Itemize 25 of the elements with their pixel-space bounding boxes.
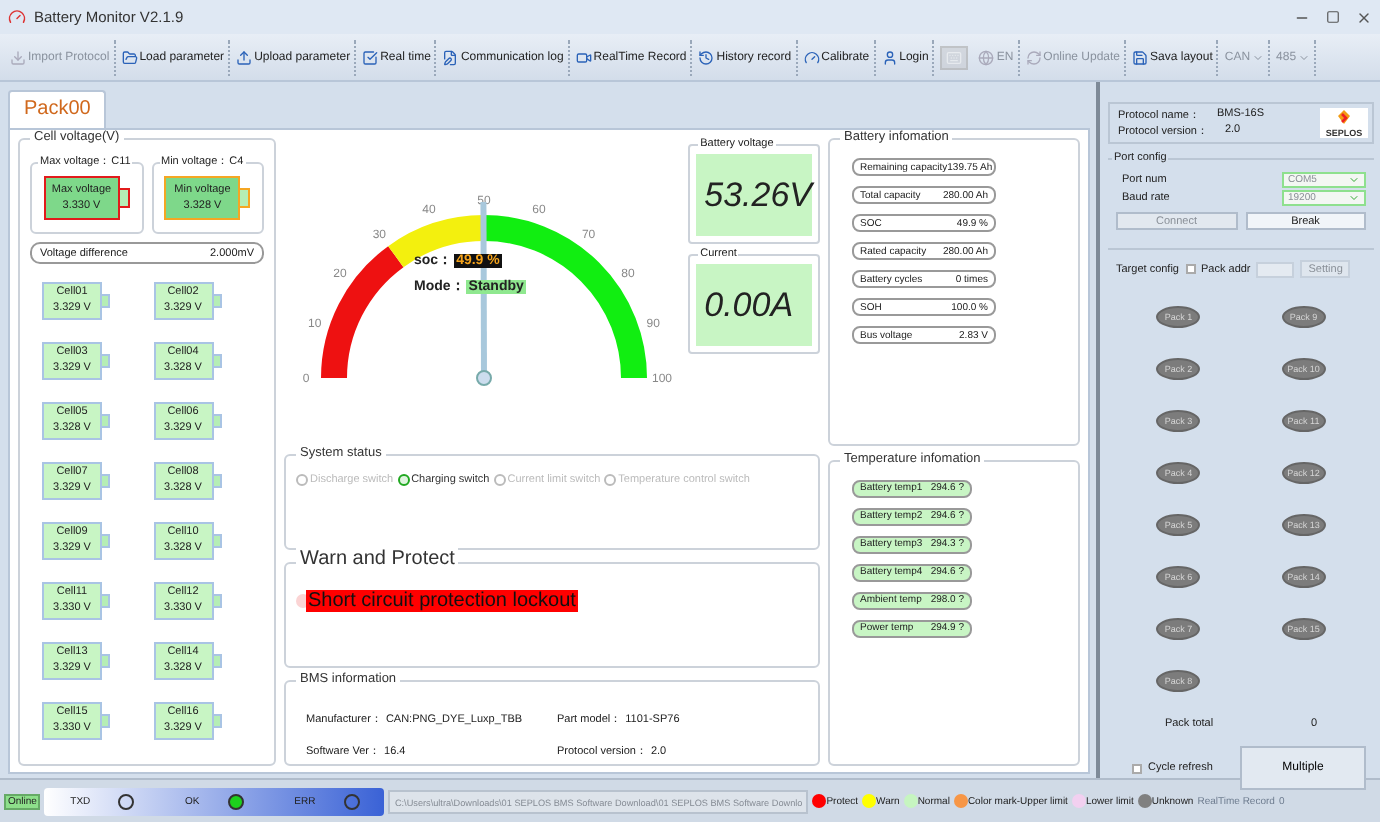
folder-icon: [121, 49, 138, 65]
caret-icon: [1252, 51, 1265, 63]
checkbox[interactable]: [1185, 264, 1195, 274]
document-edit-icon: [442, 49, 459, 65]
gauge-icon: [803, 49, 820, 65]
alarm-text: Short circuit protection lockout: [306, 590, 578, 612]
tab[interactable]: Pack00: [8, 90, 107, 128]
globe-icon: [978, 49, 995, 65]
restore-icon[interactable]: [1326, 10, 1340, 24]
refresh-icon: [1025, 49, 1042, 65]
upload-icon: [236, 49, 253, 65]
download-icon: [10, 49, 26, 65]
save-icon: [1132, 49, 1149, 65]
user-icon: [881, 49, 898, 65]
video-icon: [575, 49, 592, 65]
checkbox[interactable]: [1132, 763, 1142, 773]
app-icon: [8, 8, 26, 26]
reading-value: 53.26V: [696, 154, 812, 236]
reading-value: 0.00A: [696, 264, 812, 346]
input-field[interactable]: [1256, 261, 1295, 277]
close-icon[interactable]: [1356, 9, 1372, 25]
group-title: Warn and Protect: [296, 548, 459, 570]
checkbox-icon: [362, 49, 379, 65]
caret-icon: [1298, 51, 1311, 63]
history-icon: [698, 49, 715, 65]
